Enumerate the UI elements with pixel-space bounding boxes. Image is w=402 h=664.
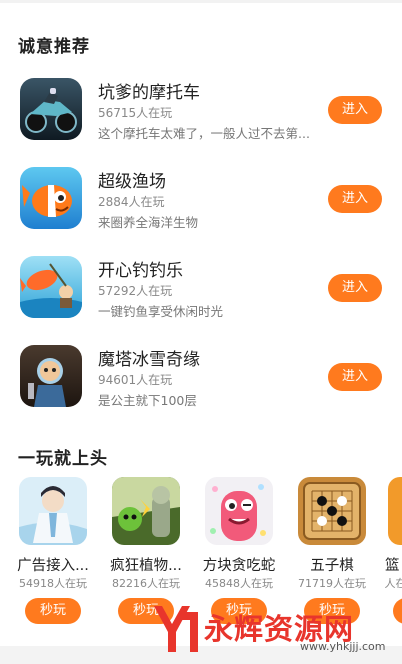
play-button[interactable]: 秒玩 [25,598,81,624]
game-name: 广告接入... [17,558,89,574]
game-name: 疯狂植物... [110,558,182,574]
game-description: 一键钓鱼享受休闲时光 [98,304,224,319]
enter-button[interactable]: 进入 [328,363,382,391]
snake-game-icon[interactable] [205,477,273,545]
player-count: 82216人在玩 [112,577,180,590]
enter-button[interactable]: 进入 [328,185,382,213]
player-count: 2884人在玩 [98,195,165,209]
top-divider [0,0,402,3]
player-count: 45848人在玩 [205,577,273,590]
game-card[interactable]: 篮 人在玩 秒玩 [385,477,402,627]
play-button[interactable]: 秒玩 [393,598,402,624]
player-count: 57292人在玩 [98,284,173,298]
watermark-logo [154,606,198,652]
enter-button[interactable]: 进入 [328,274,382,302]
clownfish-game-icon[interactable] [20,167,82,229]
gomoku-game-icon[interactable] [298,477,366,545]
basketball-game-icon[interactable] [388,477,402,545]
game-card[interactable]: 五子棋 71719人在玩 秒玩 [292,477,372,627]
player-count: 94601人在玩 [98,373,173,387]
game-name: 篮 [385,558,400,574]
watermark-url: www.yhkjjj.com [300,640,386,653]
game-name: 五子棋 [310,558,354,574]
game-name: 方块贪吃蛇 [202,558,276,574]
list-item[interactable]: 超级渔场 2884人在玩 来圈养全海洋生物 进入 [0,167,402,237]
list-item[interactable]: 魔塔冰雪奇缘 94601人在玩 是公主就下100层 进入 [0,345,402,415]
player-count: 人在玩 [385,577,402,590]
game-card[interactable]: 广告接入... 54918人在玩 秒玩 [13,477,93,627]
list-item[interactable]: 坑爹的摩托车 56715人在玩 这个摩托车太难了，一般人过不去第... 进入 [0,78,402,148]
game-description: 来圈养全海洋生物 [98,215,199,230]
game-description: 这个摩托车太难了，一般人过不去第... [98,126,310,141]
game-description: 是公主就下100层 [98,393,197,408]
motorcycle-game-icon[interactable] [20,78,82,140]
game-name: 魔塔冰雪奇缘 [98,350,200,370]
player-count: 54918人在玩 [19,577,87,590]
game-name: 开心钓钓乐 [98,261,183,281]
enter-button[interactable]: 进入 [328,96,382,124]
game-name: 超级渔场 [98,172,166,192]
player-count: 71719人在玩 [298,577,366,590]
fishing-game-icon[interactable] [20,256,82,318]
magic-tower-game-icon[interactable] [20,345,82,407]
ad-game-icon[interactable] [19,477,87,545]
section-title-addictive: 一玩就上头 [18,449,108,469]
game-card[interactable]: 方块贪吃蛇 45848人在玩 秒玩 [199,477,279,627]
section-title-recommended: 诚意推荐 [18,37,90,57]
plants-game-icon[interactable] [112,477,180,545]
player-count: 56715人在玩 [98,106,173,120]
game-name: 坑爹的摩托车 [98,83,200,103]
list-item[interactable]: 开心钓钓乐 57292人在玩 一键钓鱼享受休闲时光 进入 [0,256,402,326]
